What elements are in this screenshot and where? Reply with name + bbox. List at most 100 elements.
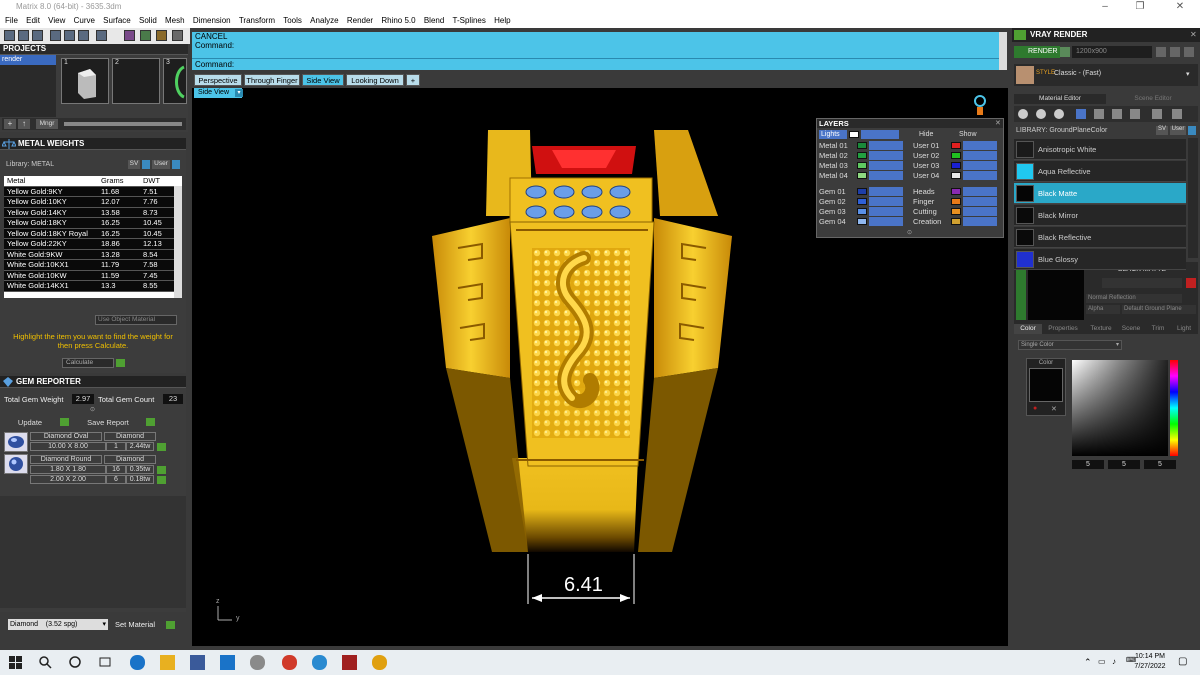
select-gem-icon[interactable] — [157, 476, 166, 484]
edge-icon[interactable] — [130, 655, 145, 670]
maximize-button[interactable]: ❐ — [1125, 0, 1155, 14]
color-b-value[interactable]: 5 — [1144, 460, 1176, 469]
layer-row[interactable]: Cutting — [913, 207, 1001, 216]
save-report-button[interactable]: Save Report — [74, 417, 142, 428]
table-row[interactable]: Yellow Gold:18KY 16.25 10.45 — [4, 218, 182, 229]
layer-row[interactable]: Metal 03 — [819, 161, 907, 170]
clock-date[interactable]: 7/27/2022 — [1126, 663, 1174, 670]
ring-tool-icon[interactable] — [156, 30, 167, 41]
table-row[interactable]: Yellow Gold:14KY 13.58 8.73 — [4, 207, 182, 218]
layer-color-swatch[interactable] — [857, 198, 867, 205]
set-material-button[interactable]: Set Material — [115, 620, 155, 629]
close-icon[interactable]: ✕ — [1190, 30, 1197, 39]
layer-toggles[interactable] — [869, 151, 903, 160]
command-input[interactable]: Command: — [192, 58, 1000, 70]
light-icon[interactable] — [1152, 109, 1162, 119]
tab-perspective[interactable]: Perspective — [194, 74, 242, 86]
menu-transform[interactable]: Transform — [239, 16, 275, 25]
delete-icon[interactable] — [1186, 278, 1196, 288]
notification-icon[interactable]: ▢ — [1178, 656, 1187, 667]
menu-solid[interactable]: Solid — [139, 16, 157, 25]
projects-list-item[interactable]: render — [0, 55, 56, 65]
texture-icon[interactable] — [1094, 109, 1104, 119]
layer-toggles[interactable] — [963, 217, 997, 226]
layer-row[interactable]: User 02 — [913, 151, 1001, 160]
tab-through-finger[interactable]: Through Finger — [244, 74, 300, 86]
color-swatch[interactable] — [1029, 368, 1063, 402]
material-preview-handle[interactable] — [1016, 264, 1026, 320]
close-button[interactable]: ✕ — [1165, 0, 1195, 14]
list-icon[interactable] — [1130, 109, 1140, 119]
matrix-icon[interactable] — [124, 30, 135, 41]
tab-scene-editor[interactable]: Scene Editor — [1108, 94, 1198, 104]
material-list-item[interactable]: Black Mirror — [1014, 205, 1186, 226]
clock-time[interactable]: 10:14 PM — [1130, 653, 1170, 660]
resolution-field[interactable]: 1200x900 — [1072, 46, 1152, 58]
layer-color-swatch[interactable] — [951, 208, 961, 215]
layer-row[interactable]: Metal 01 — [819, 141, 907, 150]
layer-row[interactable]: Metal 02 — [819, 151, 907, 160]
projects-scrollbar[interactable] — [64, 122, 182, 126]
search-icon[interactable] — [38, 655, 53, 670]
material-list-item[interactable]: Blue Glossy — [1014, 249, 1186, 270]
tab-trim[interactable]: Trim — [1146, 324, 1170, 334]
layer-row[interactable]: Gem 03 — [819, 207, 907, 216]
new-icon[interactable] — [4, 30, 15, 41]
color-picker[interactable] — [1072, 360, 1168, 456]
layer-color-swatch[interactable] — [951, 188, 961, 195]
metal-table-scrollbar[interactable] — [174, 186, 182, 298]
collapse-icon[interactable]: ⊙ — [90, 406, 95, 413]
command-scrollbar[interactable] — [999, 32, 1007, 58]
layer-color-swatch[interactable] — [951, 198, 961, 205]
layer-toggles[interactable] — [869, 207, 903, 216]
layer-color-swatch[interactable] — [951, 172, 961, 179]
menu-help[interactable]: Help — [494, 16, 510, 25]
menu-view[interactable]: View — [48, 16, 65, 25]
tab-scene[interactable]: Scene — [1118, 324, 1144, 334]
table-row[interactable]: Yellow Gold:22KY 18.86 12.13 — [4, 239, 182, 250]
layer-color-swatch[interactable] — [951, 162, 961, 169]
speaker-icon[interactable]: ♪ — [1112, 657, 1116, 666]
ground-plane-field[interactable]: Default Ground Plane — [1122, 305, 1196, 314]
menu-curve[interactable]: Curve — [74, 16, 95, 25]
save-icon[interactable] — [1184, 47, 1194, 57]
material-select[interactable]: Diamond (3.52 spg) ▾ — [8, 619, 108, 630]
color-mode-select[interactable]: Single Color ▾ — [1018, 340, 1122, 350]
user-button[interactable]: User — [1170, 126, 1186, 135]
hue-slider[interactable] — [1170, 360, 1178, 456]
render-preset[interactable]: STYLE Classic - (Fast) ▾ — [1014, 64, 1198, 86]
manager-button[interactable]: Mngr — [36, 119, 58, 129]
column-header[interactable]: DWT — [140, 176, 182, 186]
save-report-go-icon[interactable] — [146, 418, 155, 426]
layer-row[interactable]: Gem 02 — [819, 197, 907, 206]
material-list-item[interactable]: Black Matte — [1014, 183, 1186, 204]
sv-button[interactable]: SV — [128, 160, 140, 169]
project-thumbnail-1[interactable]: 1 — [61, 58, 109, 104]
copy-icon[interactable] — [1170, 47, 1180, 57]
layer-row[interactable]: User 01 — [913, 141, 1001, 150]
material-list-item[interactable]: Aqua Reflective — [1014, 161, 1186, 182]
mail-icon[interactable] — [220, 655, 235, 670]
layer-toggles[interactable] — [963, 151, 997, 160]
color-pick-icon[interactable]: ● — [1033, 405, 1043, 414]
app-icon[interactable] — [250, 655, 265, 670]
layer-row[interactable]: Gem 04 — [819, 217, 907, 226]
layer-row[interactable]: User 04 — [913, 171, 1001, 180]
use-object-material-checkbox[interactable]: Use Object Material — [95, 315, 177, 325]
print-icon[interactable] — [50, 30, 61, 41]
app-icon[interactable] — [372, 655, 387, 670]
menu-tsplines[interactable]: T-Splines — [453, 16, 486, 25]
project-thumbnail-2[interactable]: 2 — [112, 58, 160, 104]
tab-color[interactable]: Color — [1014, 324, 1042, 334]
layer-color-swatch[interactable] — [951, 152, 961, 159]
layer-color-swatch[interactable] — [857, 218, 867, 225]
layer-toggles[interactable] — [869, 217, 903, 226]
tray-chevron-icon[interactable]: ⌃ — [1084, 657, 1092, 668]
hide-button[interactable]: Hide — [919, 131, 933, 138]
light-bulb-icon[interactable] — [972, 94, 988, 118]
close-icon[interactable]: ✕ — [995, 119, 1001, 127]
set-material-go-icon[interactable] — [166, 621, 175, 629]
minimize-button[interactable]: – — [1090, 0, 1120, 14]
table-row[interactable]: Yellow Gold:9KY 11.68 7.51 — [4, 186, 182, 197]
material-list-item[interactable]: Black Reflective — [1014, 227, 1186, 248]
